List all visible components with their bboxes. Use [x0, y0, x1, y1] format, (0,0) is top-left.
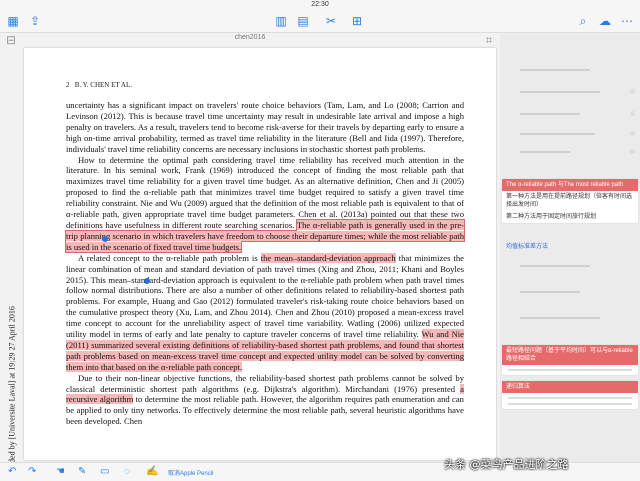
toolbar: ▦ ⇪ ▥ ▤ ✂ ⊞ ⌕ ☁ ⋯: [0, 10, 640, 33]
placeholder-line: [520, 113, 580, 115]
grid-icon[interactable]: ▦: [6, 14, 20, 28]
highlight-annotation[interactable]: the mean–standard-deviation approach: [260, 252, 396, 263]
layout-icon[interactable]: ⊞: [350, 14, 364, 28]
status-bar: 22:30: [0, 0, 640, 10]
placeholder-line: [520, 291, 580, 293]
placeholder-line: [520, 91, 600, 93]
note-title: The α-reliable path 与The most reliable p…: [502, 179, 638, 191]
running-head: 2 B. Y. CHEN ET AL.: [66, 81, 132, 89]
placeholder-line: [520, 265, 590, 267]
note-title: 递归算法: [502, 381, 638, 393]
paragraph: uncertainty has a significant impact on …: [66, 100, 464, 154]
placeholder-line: [508, 369, 632, 371]
body-text[interactable]: uncertainty has a significant impact on …: [64, 100, 466, 427]
note-title: 最短路径问题（基于平均时间）可以与α-reliable路径相结合: [502, 345, 638, 365]
section-label[interactable]: 均值标准差方法: [506, 241, 548, 250]
lasso-icon[interactable]: ◌: [124, 466, 130, 478]
paragraph: How to determine the optimal path consid…: [64, 154, 466, 253]
placeholder-line: [520, 151, 570, 153]
note-card[interactable]: The α-reliable path 与The most reliable p…: [502, 179, 638, 223]
authors: B. Y. CHEN ET AL.: [74, 81, 132, 89]
note-bullet[interactable]: [630, 131, 635, 136]
placeholder-line: [508, 403, 632, 405]
pdf-page[interactable]: 2 B. Y. CHEN ET AL. uncertainty has a si…: [24, 48, 496, 460]
pencil-icon[interactable]: ✎: [78, 466, 86, 478]
tools-icon[interactable]: ✂: [324, 14, 338, 28]
note-line: 第一种方法是用在提前路径规划（倍客有时间选择出发时间）: [506, 194, 633, 208]
document-title-bar: ⊟ chen2016 ⌗: [0, 33, 500, 47]
placeholder-line: [508, 397, 632, 399]
marker-icon[interactable]: ✍: [146, 466, 158, 478]
crop-icon[interactable]: ⌗: [482, 33, 496, 47]
selection-handle-end[interactable]: [144, 278, 150, 284]
download-notice: oaded by [Universite Laval] at 19:29 27 …: [7, 306, 17, 471]
note-card[interactable]: 递归算法: [502, 381, 638, 409]
note-line: 第二种方法用于固定时间旅行规划: [506, 214, 597, 220]
note-bullet[interactable]: [630, 149, 635, 154]
share-icon[interactable]: ⇪: [28, 14, 42, 28]
paragraph: Due to their non-linear objective functi…: [66, 372, 464, 427]
book-icon[interactable]: ▥: [274, 14, 288, 28]
pages-icon[interactable]: ▤: [296, 14, 310, 28]
document-title: chen2016: [234, 34, 266, 41]
search-icon[interactable]: ⌕: [576, 14, 590, 28]
undo-icon[interactable]: ↶: [8, 466, 16, 478]
placeholder-line: [520, 133, 595, 135]
paragraph: A related concept to the α-reliable path…: [66, 252, 464, 372]
watermark: 头条 @菜鸟产品进阶之路: [444, 458, 569, 471]
page-number: 2: [66, 81, 70, 89]
selection-handle-start[interactable]: [102, 236, 108, 242]
note-bullet[interactable]: [630, 111, 635, 116]
shape-icon[interactable]: ▭: [100, 466, 109, 478]
cloud-icon[interactable]: ☁: [598, 14, 612, 28]
hand-icon[interactable]: ☚: [56, 466, 65, 478]
placeholder-line: [520, 317, 600, 319]
cancel-apple-pencil-button[interactable]: 取消Apple Pencil: [168, 468, 213, 477]
status-time: 22:30: [311, 1, 329, 8]
annotation-panel: The α-reliable path 与The most reliable p…: [500, 33, 640, 465]
redo-icon[interactable]: ↷: [28, 466, 36, 478]
note-bullet[interactable]: [630, 89, 635, 94]
placeholder-line: [520, 69, 590, 71]
more-icon[interactable]: ⋯: [620, 14, 634, 28]
note-card[interactable]: 最短路径问题（基于平均时间）可以与α-reliable路径相结合: [502, 345, 638, 375]
